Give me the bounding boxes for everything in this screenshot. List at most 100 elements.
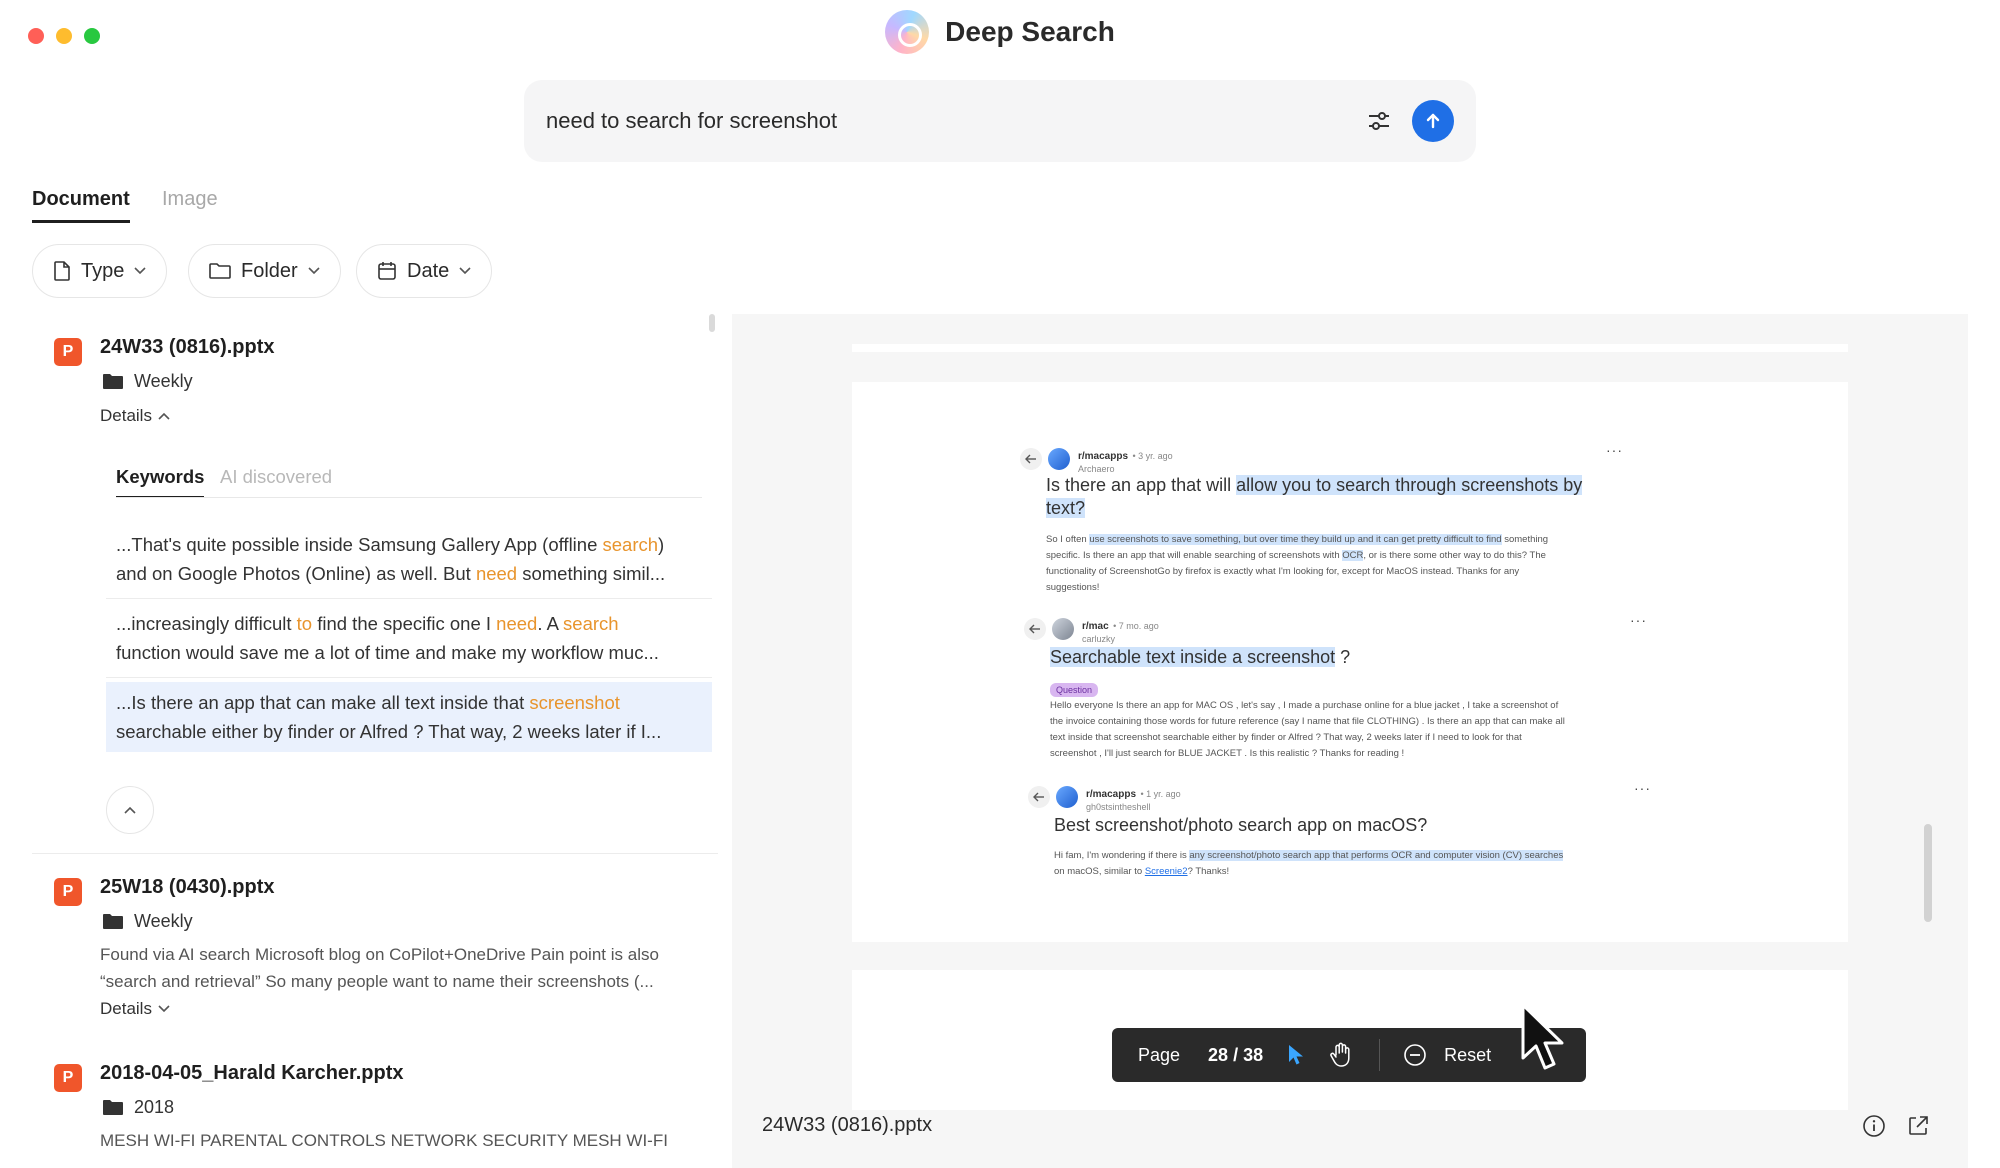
pointer-tool-icon[interactable] — [1287, 1044, 1305, 1066]
snippet-keyword: need — [475, 563, 518, 584]
snippet-text: something simil... — [517, 563, 666, 584]
snippet-keyword: search — [563, 613, 619, 634]
app-logo-icon — [885, 10, 930, 54]
snippet-list: ...That's quite possible inside Samsung … — [106, 524, 712, 752]
body-highlight: any screenshot/photo search app that per… — [1189, 850, 1564, 861]
snippet-text: . A — [537, 613, 564, 634]
toolbar-divider — [1379, 1039, 1381, 1071]
folder-filter-label: Folder — [241, 259, 298, 282]
title-highlight: allow you to search through screenshots … — [1236, 475, 1583, 495]
folder-filter-dropdown[interactable]: Folder — [188, 244, 341, 298]
description-line: “search and retrieval” So many people wa… — [100, 972, 654, 991]
open-external-icon[interactable] — [1906, 1114, 1930, 1138]
post-age: • 3 yr. ago — [1132, 451, 1173, 461]
subreddit-avatar-icon — [1052, 618, 1074, 640]
subreddit-name: r/macapps — [1078, 451, 1129, 462]
post-user: carluzky — [1082, 634, 1116, 644]
folder-icon — [209, 263, 231, 279]
folder-icon — [103, 913, 123, 929]
body-text: something — [1501, 534, 1549, 545]
result-file-name[interactable]: 2018-04-05_Harald Karcher.pptx — [100, 1062, 404, 1085]
reset-zoom-button[interactable]: Reset — [1444, 1045, 1491, 1066]
pptx-file-icon: P — [54, 878, 82, 906]
page-counter: 28 / 38 — [1208, 1044, 1264, 1065]
snippet-divider — [106, 598, 712, 599]
chevron-down-icon — [308, 267, 320, 275]
body-text: ? Thanks! — [1187, 866, 1230, 877]
more-options-icon: ··· — [1630, 612, 1647, 628]
back-arrow-icon — [1024, 618, 1046, 640]
info-icon[interactable] — [1862, 1114, 1886, 1138]
subreddit-avatar-icon — [1048, 448, 1070, 470]
result-file-name[interactable]: 25W18 (0430).pptx — [100, 876, 275, 899]
question-tag: Question — [1050, 683, 1099, 697]
snippet-item-selected[interactable]: ...Is there an app that can make all tex… — [106, 682, 712, 752]
settings-sliders-icon[interactable] — [1364, 106, 1394, 136]
snippet-item[interactable]: ...increasingly difficult to find the sp… — [106, 603, 712, 673]
folder-icon — [103, 1099, 123, 1115]
post-body: Hello everyone Is there an app for MAC O… — [1050, 698, 1680, 762]
collapse-snippets-button[interactable] — [106, 786, 154, 834]
post-header: r/macapps • 3 yr. ago Archaero — [1078, 446, 1173, 474]
type-filter-dropdown[interactable]: Type — [32, 244, 168, 298]
results-scrollbar[interactable] — [709, 314, 715, 332]
tab-document[interactable]: Document — [32, 188, 130, 211]
result-folder[interactable]: Weekly — [102, 911, 193, 932]
snippet-text: and on Google Photos (Online) as well. B… — [116, 563, 476, 584]
chevron-down-icon — [459, 267, 471, 275]
page-toolbar: Page 28 / 38 Reset — [1112, 1028, 1586, 1082]
snippet-text: ...That's quite possible inside Samsung … — [116, 534, 603, 555]
details-toggle[interactable]: Details — [100, 406, 170, 426]
pptx-file-icon: P — [54, 338, 82, 366]
search-input[interactable] — [546, 102, 1346, 140]
result-folder[interactable]: 2018 — [102, 1097, 174, 1118]
result-folder[interactable]: Weekly — [102, 371, 193, 392]
snippet-item[interactable]: ...That's quite possible inside Samsung … — [106, 524, 712, 594]
details-label: Details — [100, 406, 152, 425]
post-age: • 1 yr. ago — [1140, 789, 1181, 799]
active-tab-indicator — [32, 220, 130, 223]
subtab-divider — [116, 497, 702, 498]
details-label: Details — [100, 999, 152, 1018]
subreddit-name: r/mac — [1082, 621, 1109, 632]
app-title: Deep Search — [945, 16, 1115, 47]
tab-image[interactable]: Image — [162, 188, 218, 211]
more-options-icon: ··· — [1606, 442, 1623, 458]
snippet-divider — [106, 677, 712, 678]
subreddit-avatar-icon — [1056, 786, 1078, 808]
folder-name: Weekly — [134, 371, 193, 391]
title-highlight: text? — [1046, 498, 1086, 518]
body-text: the invoice containing those words for f… — [1050, 716, 1565, 727]
snippet-keyword: to — [296, 613, 313, 634]
subtab-ai-discovered[interactable]: AI discovered — [220, 466, 332, 488]
post-age: • 7 mo. ago — [1113, 621, 1159, 631]
snippet-text: find the specific one I — [312, 613, 497, 634]
calendar-icon — [378, 262, 396, 280]
subtab-keywords[interactable]: Keywords — [116, 466, 204, 488]
body-text: Hello everyone Is there an app for MAC O… — [1050, 700, 1559, 711]
submit-search-button[interactable] — [1412, 100, 1454, 142]
file-icon — [54, 261, 70, 281]
description-line: Found via AI search Microsoft blog on Co… — [100, 945, 659, 964]
body-text: suggestions! — [1046, 582, 1100, 593]
post-body: Hi fam, I'm wondering if there is any sc… — [1054, 848, 1694, 880]
search-bar — [524, 80, 1476, 162]
snippet-text: function would save me a lot of time and… — [116, 642, 659, 663]
date-filter-dropdown[interactable]: Date — [356, 244, 493, 298]
post-body: So I often use screenshots to save somet… — [1046, 532, 1666, 596]
preview-actions — [1862, 1114, 1930, 1138]
snippet-keyword: screenshot — [529, 692, 620, 713]
details-toggle[interactable]: Details — [100, 999, 170, 1019]
result-file-name[interactable]: 24W33 (0816).pptx — [100, 336, 275, 359]
post-title: Is there an app that will allow you to s… — [1046, 474, 1666, 520]
preview-scrollbar[interactable] — [1924, 824, 1932, 922]
hand-tool-icon[interactable] — [1329, 1042, 1353, 1068]
body-highlight: use screenshots to save something, but o… — [1089, 534, 1502, 545]
snippet-text: searchable either by finder or Alfred ? … — [116, 721, 662, 742]
arrow-up-icon — [1426, 113, 1440, 129]
zoom-out-icon[interactable] — [1402, 1042, 1428, 1068]
post-user: Archaero — [1078, 464, 1115, 474]
body-text: functionality of ScreenshotGo by firefox… — [1046, 566, 1520, 577]
folder-name: Weekly — [134, 911, 193, 931]
back-arrow-icon — [1020, 448, 1042, 470]
